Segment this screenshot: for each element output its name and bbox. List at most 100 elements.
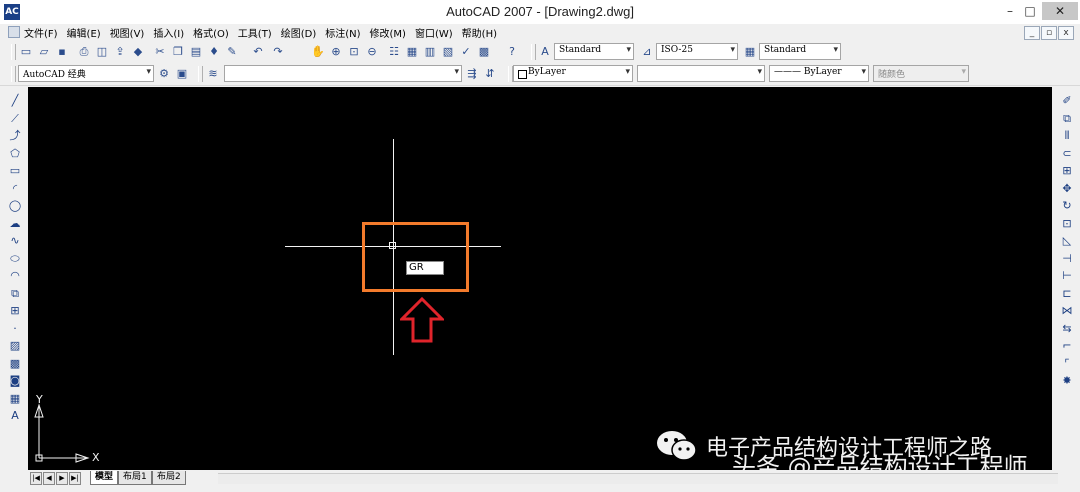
pan-icon[interactable]: ✋ [310, 44, 326, 60]
trim-icon[interactable]: ⊣ [1059, 251, 1075, 267]
workspace-save-icon[interactable]: ▣ [174, 66, 190, 82]
zoom-realtime-icon[interactable]: ⊕ [328, 44, 344, 60]
break-icon[interactable]: ⋈ [1059, 303, 1075, 319]
move-icon[interactable]: ✥ [1059, 181, 1075, 197]
rotate-icon[interactable]: ↻ [1059, 198, 1075, 214]
polyline-icon[interactable]: ⤴ [7, 128, 23, 144]
3d-icon[interactable]: ◆ [130, 44, 146, 60]
designcenter-icon[interactable]: ▦ [404, 44, 420, 60]
copy-object-icon[interactable]: ⧉ [1059, 111, 1075, 127]
make-object-layer-current-icon[interactable]: ⇶ [464, 66, 480, 82]
zoom-previous-icon[interactable]: ⊖ [364, 44, 380, 60]
mdi-restore-button[interactable]: ▫ [1041, 26, 1057, 40]
layer-manager-icon[interactable]: ≋ [205, 66, 221, 82]
mdi-close-button[interactable]: x [1058, 26, 1074, 40]
dim-style-icon[interactable]: ⊿ [639, 44, 655, 60]
ellipse-arc-icon[interactable]: ◠ [7, 268, 23, 284]
cut-icon[interactable]: ✂ [152, 44, 168, 60]
workspace-select[interactable]: AutoCAD 经典 ▾ [18, 65, 154, 82]
color-select[interactable]: ByLayer ▾ [513, 65, 633, 82]
markup-icon[interactable]: ✓ [458, 44, 474, 60]
workspace-settings-icon[interactable]: ⚙ [156, 66, 172, 82]
horizontal-scrollbar[interactable] [218, 473, 1058, 484]
help-icon[interactable]: ? [504, 44, 520, 60]
publish-icon[interactable]: ⇪ [112, 44, 128, 60]
open-icon[interactable]: ▱ [36, 44, 52, 60]
point-icon[interactable]: · [7, 321, 23, 337]
drawing-canvas[interactable]: GR Y X 电子产品结构设计工程师之路 头条 @产品结构设计工程师 [28, 87, 1052, 470]
lineweight-select[interactable]: ——— ByLayer ▾ [769, 65, 869, 82]
break-point-icon[interactable]: ⊏ [1059, 286, 1075, 302]
polygon-icon[interactable]: ⬠ [7, 146, 23, 162]
toolbar-grip[interactable] [198, 66, 203, 82]
layer-select[interactable]: ▾ [224, 65, 462, 82]
extend-icon[interactable]: ⊢ [1059, 268, 1075, 284]
toolbar-grip[interactable] [11, 66, 16, 82]
toolbar-grip[interactable] [531, 44, 536, 60]
region-icon[interactable]: ◙ [7, 373, 23, 389]
menu-item-9[interactable]: 窗口(W) [415, 25, 453, 40]
toolbar-grip[interactable] [11, 44, 16, 60]
circle-icon[interactable]: ◯ [7, 198, 23, 214]
table-style-icon[interactable]: ▦ [742, 44, 758, 60]
maximize-button[interactable]: □ [1020, 2, 1040, 20]
tab-model[interactable]: 模型 [90, 471, 119, 485]
document-icon[interactable] [8, 26, 20, 38]
ellipse-icon[interactable]: ⬭ [7, 251, 23, 267]
make-block-icon[interactable]: ⊞ [7, 303, 23, 319]
print-icon[interactable]: ⎙ [76, 44, 92, 60]
menu-item-10[interactable]: 帮助(H) [462, 25, 497, 40]
spline-icon[interactable]: ∿ [7, 233, 23, 249]
paste-icon[interactable]: ▤ [188, 44, 204, 60]
menu-item-7[interactable]: 标注(N) [325, 25, 360, 40]
next-tab-button[interactable]: ▶ [56, 472, 68, 485]
revcloud-icon[interactable]: ☁ [7, 216, 23, 232]
join-icon[interactable]: ⇆ [1059, 321, 1075, 337]
table-style-select[interactable]: Standard ▾ [759, 43, 841, 60]
scale-icon[interactable]: ⊡ [1059, 216, 1075, 232]
offset-icon[interactable]: ⊂ [1059, 146, 1075, 162]
menu-item-5[interactable]: 工具(T) [238, 25, 272, 40]
menu-item-4[interactable]: 格式(O) [193, 25, 229, 40]
construction-line-icon[interactable]: ⟋ [7, 111, 23, 127]
menu-item-2[interactable]: 视图(V) [110, 25, 145, 40]
table-icon[interactable]: ▦ [7, 391, 23, 407]
rectangle-icon[interactable]: ▭ [7, 163, 23, 179]
properties-icon[interactable]: ☷ [386, 44, 402, 60]
calc-icon[interactable]: ▩ [476, 44, 492, 60]
linetype-select[interactable]: ▾ [637, 65, 765, 82]
menu-item-3[interactable]: 插入(I) [153, 25, 184, 40]
erase-icon[interactable]: ✐ [1059, 93, 1075, 109]
preview-icon[interactable]: ◫ [94, 44, 110, 60]
tab-layout2[interactable]: 布局2 [152, 471, 186, 485]
array-icon[interactable]: ⊞ [1059, 163, 1075, 179]
mdi-minimize-button[interactable]: _ [1024, 26, 1040, 40]
chamfer-icon[interactable]: ⌐ [1059, 338, 1075, 354]
hatch-icon[interactable]: ▨ [7, 338, 23, 354]
stretch-icon[interactable]: ◺ [1059, 233, 1075, 249]
prev-tab-button[interactable]: ◀ [43, 472, 55, 485]
arc-icon[interactable]: ◜ [7, 181, 23, 197]
dim-style-select[interactable]: ISO-25 ▾ [656, 43, 738, 60]
minimize-button[interactable]: – [1000, 2, 1020, 20]
insert-block-icon[interactable]: ⧉ [7, 286, 23, 302]
menu-item-1[interactable]: 编辑(E) [67, 25, 101, 40]
brush-icon[interactable]: ✎ [224, 44, 240, 60]
text-style-select[interactable]: Standard ▾ [554, 43, 634, 60]
last-tab-button[interactable]: ▶| [69, 472, 81, 485]
fillet-icon[interactable]: ⌜ [1059, 356, 1075, 372]
mtext-icon[interactable]: A [7, 408, 23, 424]
new-icon[interactable]: ▭ [18, 44, 34, 60]
copy-icon[interactable]: ❐ [170, 44, 186, 60]
match-icon[interactable]: ♦ [206, 44, 222, 60]
menu-item-8[interactable]: 修改(M) [370, 25, 406, 40]
toolpalette-icon[interactable]: ▥ [422, 44, 438, 60]
redo-icon[interactable]: ↷ [270, 44, 286, 60]
menu-item-0[interactable]: 文件(F) [24, 25, 58, 40]
gradient-icon[interactable]: ▩ [7, 356, 23, 372]
close-button[interactable]: ✕ [1042, 2, 1078, 20]
first-tab-button[interactable]: |◀ [30, 472, 42, 485]
sheetset-icon[interactable]: ▧ [440, 44, 456, 60]
explode-icon[interactable]: ✸ [1059, 373, 1075, 389]
mirror-icon[interactable]: ⫴ [1059, 128, 1075, 144]
